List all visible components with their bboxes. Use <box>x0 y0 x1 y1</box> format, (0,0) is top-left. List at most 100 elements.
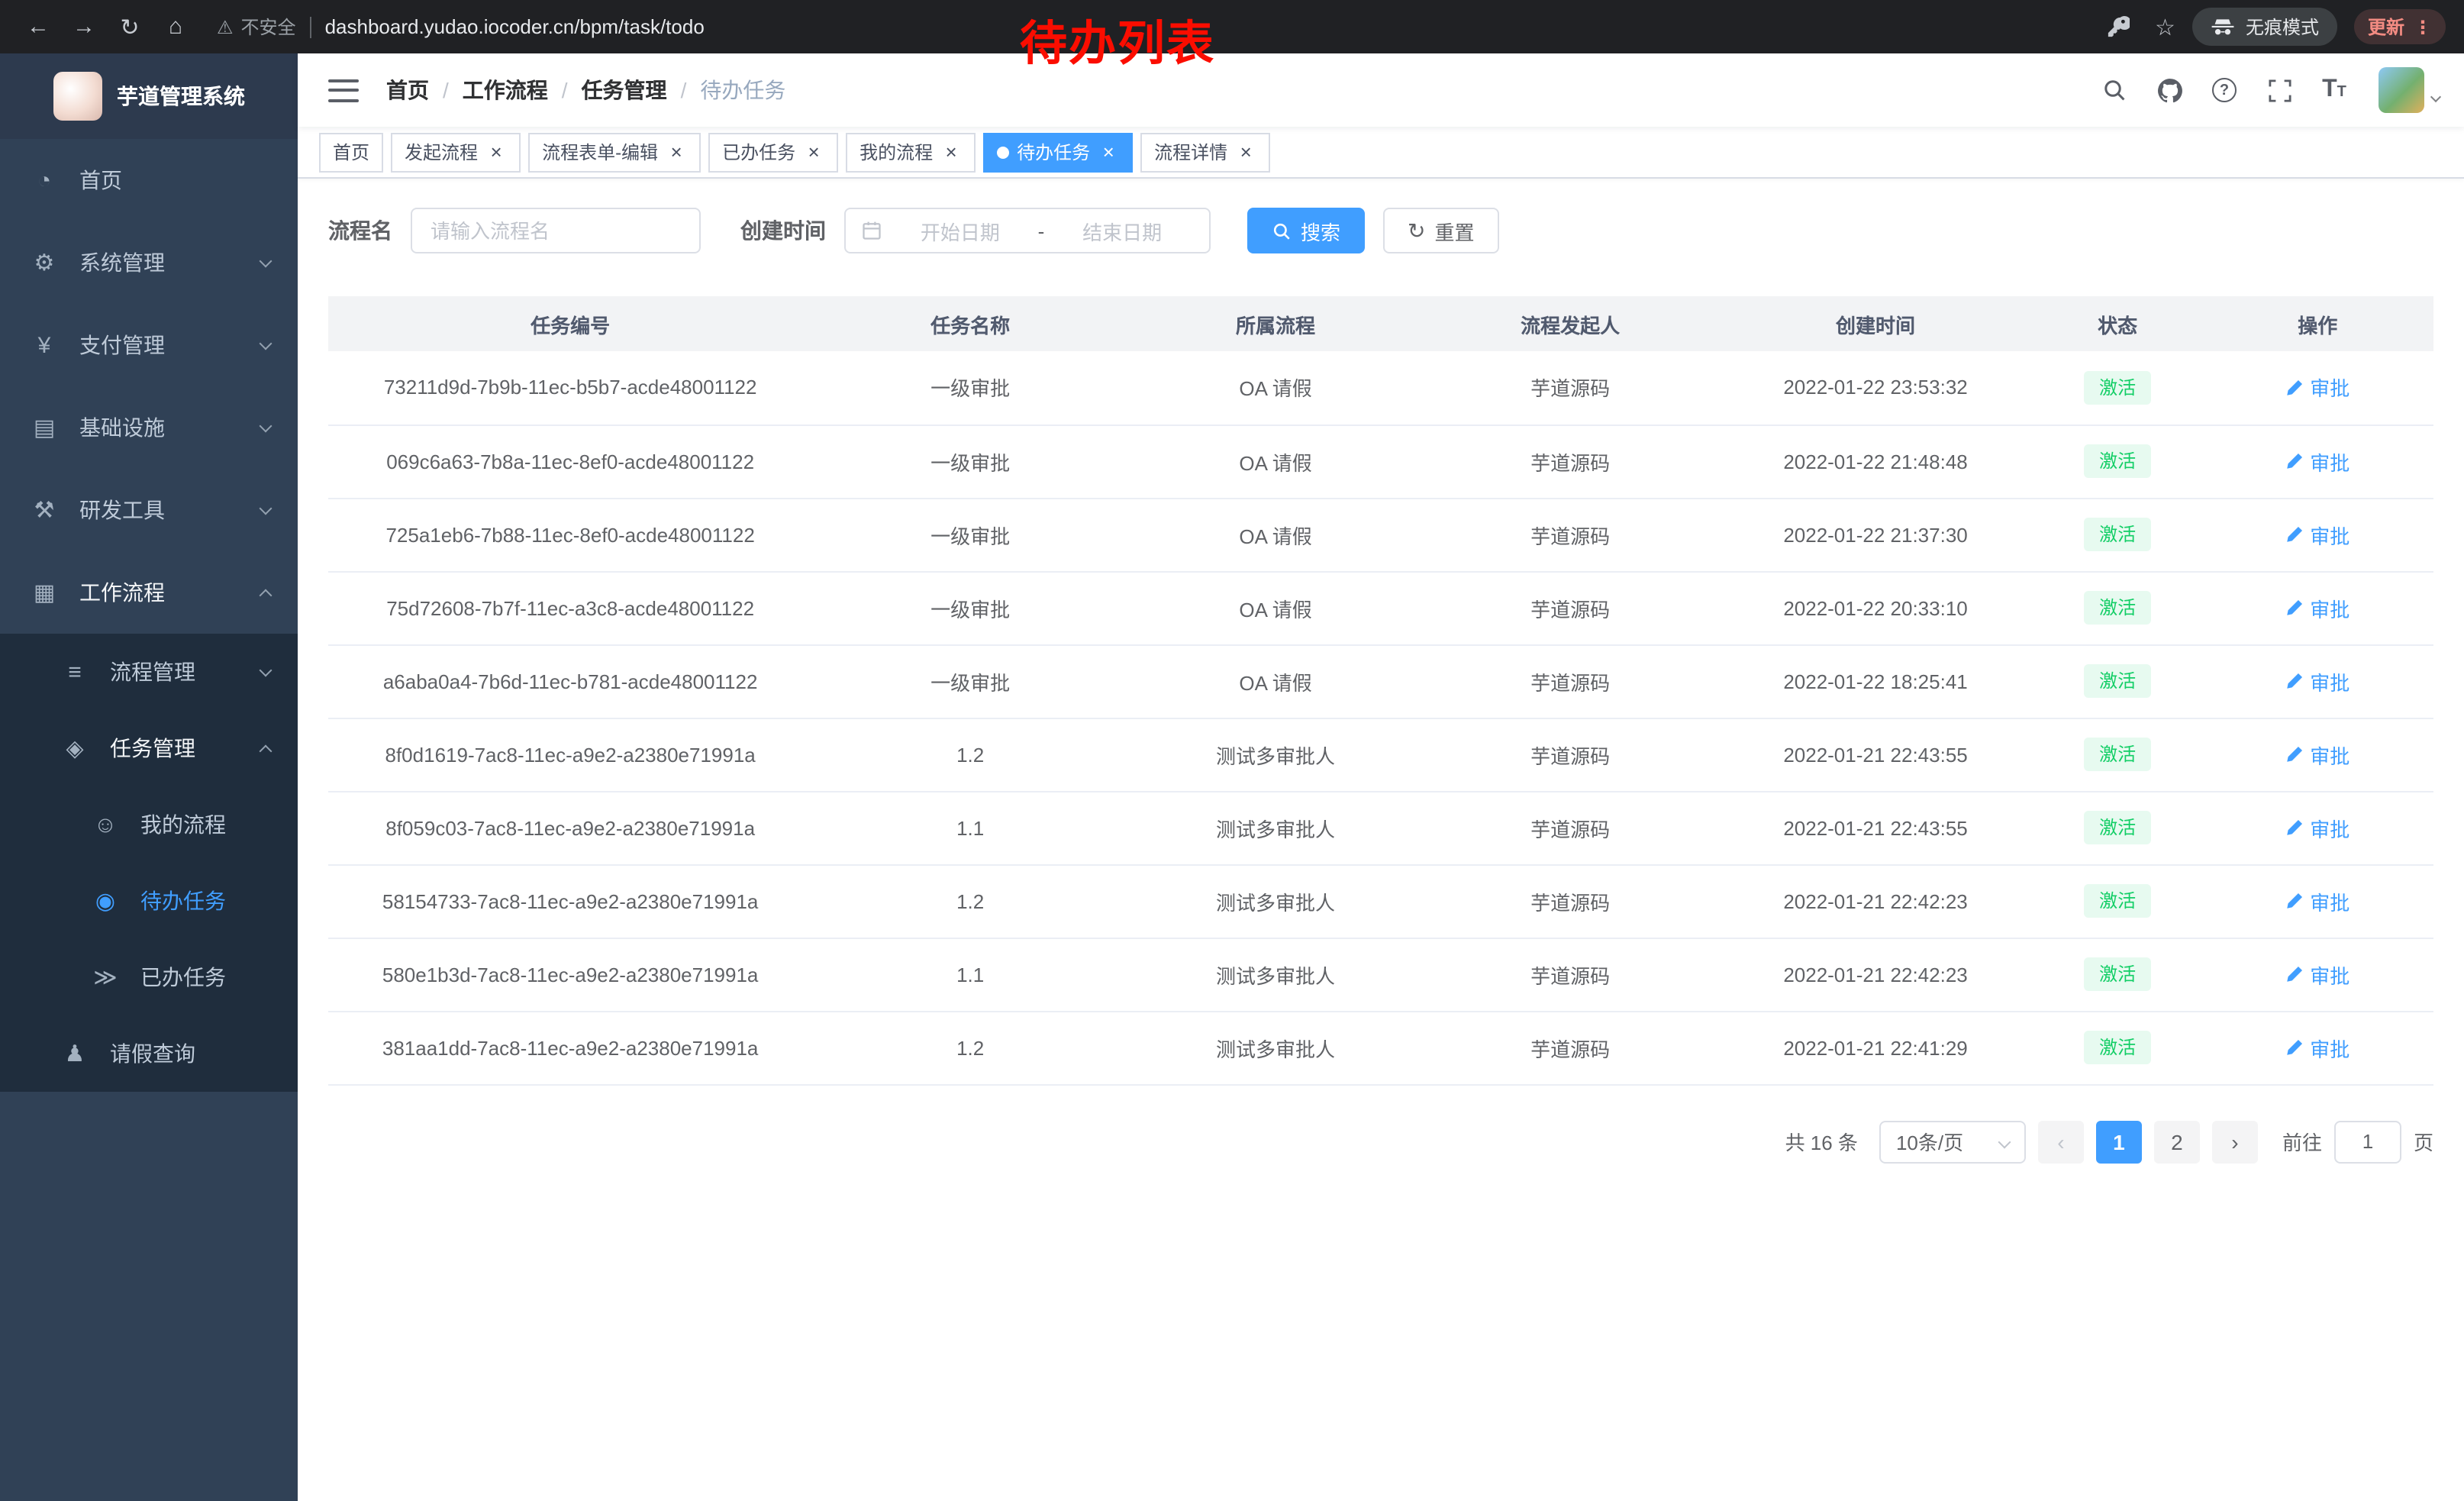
user-menu[interactable] <box>2379 67 2440 113</box>
close-icon[interactable]: × <box>666 141 687 163</box>
security-indicator[interactable]: ⚠ 不安全 <box>217 14 296 40</box>
date-range-picker[interactable]: 开始日期 - 结束日期 <box>844 208 1211 253</box>
sidebar-item-label: 我的流程 <box>140 809 226 840</box>
end-date-placeholder[interactable]: 结束日期 <box>1050 216 1194 245</box>
chevron-down-icon <box>260 255 273 268</box>
home-icon[interactable]: ⌂ <box>156 7 195 47</box>
close-icon[interactable]: × <box>1098 141 1119 163</box>
tab-label: 待办任务 <box>1017 139 1090 165</box>
table-row: 580e1b3d-7ac8-11ec-a9e2-a2380e71991a 1.1… <box>328 938 2433 1011</box>
browser-chrome: ← → ↻ ⌂ ⚠ 不安全 dashboard.yudao.iocoder.cn… <box>0 0 2464 53</box>
page-size-select[interactable]: 10条/页 <box>1879 1120 2026 1163</box>
table-row: 58154733-7ac8-11ec-a9e2-a2380e71991a 1.2… <box>328 864 2433 938</box>
avatar[interactable] <box>2379 67 2424 113</box>
tab-home[interactable]: 首页 <box>319 132 383 172</box>
cell-actions: 审批 <box>2202 718 2434 791</box>
tab-form-edit[interactable]: 流程表单-编辑 × <box>528 132 701 172</box>
tab-label: 我的流程 <box>859 139 933 165</box>
breadcrumb-current: 待办任务 <box>700 75 785 105</box>
pencil-icon <box>2285 599 2304 617</box>
back-icon[interactable]: ← <box>18 7 58 47</box>
approve-link[interactable]: 审批 <box>2285 813 2350 842</box>
tab-todo-tasks[interactable]: 待办任务 × <box>983 132 1133 172</box>
sidebar-toggle-icon[interactable] <box>328 79 359 102</box>
approve-link[interactable]: 审批 <box>2285 740 2350 769</box>
breadcrumb-workflow[interactable]: 工作流程 <box>463 75 548 105</box>
approve-link[interactable]: 审批 <box>2285 520 2350 549</box>
sidebar-item-home[interactable]: ◔ 首页 <box>0 139 298 221</box>
sidebar-item-dev-tools[interactable]: ⚒ 研发工具 <box>0 469 298 551</box>
key-icon[interactable] <box>2098 7 2138 47</box>
sidebar-item-label: 基础设施 <box>79 412 165 443</box>
cell-created: 2022-01-21 22:41:29 <box>1717 1011 2033 1084</box>
page-button-2[interactable]: 2 <box>2154 1120 2200 1163</box>
chevron-down-icon <box>260 502 273 515</box>
cell-task-name: 一级审批 <box>812 644 1128 718</box>
fullscreen-icon[interactable] <box>2256 67 2302 113</box>
breadcrumb-task-mgmt[interactable]: 任务管理 <box>582 75 667 105</box>
cell-status: 激活 <box>2033 498 2202 571</box>
cell-actions: 审批 <box>2202 938 2434 1011</box>
sidebar-item-infrastructure[interactable]: ▤ 基础设施 <box>0 386 298 469</box>
goto-page: 前往 页 <box>2282 1120 2433 1163</box>
prev-page-button[interactable]: ‹ <box>2038 1120 2084 1163</box>
tab-my-process[interactable]: 我的流程 × <box>846 132 976 172</box>
reset-button[interactable]: ↻ 重置 <box>1383 208 1499 253</box>
forward-icon[interactable]: → <box>64 7 104 47</box>
security-label: 不安全 <box>241 14 296 40</box>
sidebar-item-workflow[interactable]: ▦ 工作流程 <box>0 551 298 634</box>
chevron-down-icon <box>2430 92 2441 102</box>
logo[interactable]: 芋道管理系统 <box>0 53 298 139</box>
app-body: 芋道管理系统 ◔ 首页 ⚙ 系统管理 ¥ 支付管理 ▤ <box>0 53 2464 1501</box>
bookmark-star-icon[interactable]: ☆ <box>2155 13 2175 40</box>
todo-table-wrap: 任务编号 任务名称 所属流程 流程发起人 创建时间 状态 操作 73211d9d… <box>328 296 2433 1085</box>
approve-link[interactable]: 审批 <box>2285 447 2350 476</box>
cell-process: 测试多审批人 <box>1128 864 1423 938</box>
sidebar-item-system-mgmt[interactable]: ⚙ 系统管理 <box>0 221 298 304</box>
approve-link[interactable]: 审批 <box>2285 593 2350 622</box>
help-icon[interactable]: ? <box>2201 67 2247 113</box>
approve-link[interactable]: 审批 <box>2285 960 2350 989</box>
sidebar-item-task-mgmt[interactable]: ◈ 任务管理 <box>0 710 298 786</box>
refresh-icon[interactable]: ↻ <box>110 7 150 47</box>
tab-start-process[interactable]: 发起流程 × <box>391 132 521 172</box>
cell-task-name: 一级审批 <box>812 498 1128 571</box>
goto-page-input[interactable] <box>2334 1120 2401 1163</box>
cell-task-name: 1.1 <box>812 791 1128 864</box>
pencil-icon <box>2285 672 2304 690</box>
cell-task-id: 069c6a63-7b8a-11ec-8ef0-acde48001122 <box>328 424 812 498</box>
approve-link[interactable]: 审批 <box>2285 667 2350 696</box>
process-name-input[interactable] <box>411 208 701 253</box>
font-size-icon[interactable]: TT <box>2311 67 2357 113</box>
start-date-placeholder[interactable]: 开始日期 <box>889 216 1032 245</box>
sidebar-item-todo-tasks[interactable]: ◉ 待办任务 <box>0 863 298 939</box>
close-icon[interactable]: × <box>803 141 824 163</box>
approve-link[interactable]: 审批 <box>2285 886 2350 915</box>
approve-link[interactable]: 审批 <box>2285 1033 2350 1062</box>
table-row: 069c6a63-7b8a-11ec-8ef0-acde48001122 一级审… <box>328 424 2433 498</box>
main-area: 首页 / 工作流程 / 任务管理 / 待办任务 ? <box>298 53 2464 1501</box>
page-button-1[interactable]: 1 <box>2096 1120 2142 1163</box>
tab-done-tasks[interactable]: 已办任务 × <box>708 132 838 172</box>
github-icon[interactable] <box>2146 67 2192 113</box>
sidebar-item-leave-query[interactable]: ♟ 请假查询 <box>0 1015 298 1092</box>
close-icon[interactable]: × <box>1235 141 1256 163</box>
search-button[interactable]: 搜索 <box>1247 208 1365 253</box>
sidebar-item-process-mgmt[interactable]: ≡ 流程管理 <box>0 634 298 710</box>
tab-process-detail[interactable]: 流程详情 × <box>1140 132 1270 172</box>
approve-link[interactable]: 审批 <box>2285 373 2350 402</box>
close-icon[interactable]: × <box>485 141 507 163</box>
search-icon[interactable] <box>2091 67 2137 113</box>
header-initiator: 流程发起人 <box>1423 296 1717 351</box>
next-page-button[interactable]: › <box>2212 1120 2258 1163</box>
sidebar-item-done-tasks[interactable]: ≫ 已办任务 <box>0 939 298 1015</box>
update-button[interactable]: 更新 ⋮ <box>2354 9 2446 44</box>
cell-actions: 审批 <box>2202 498 2434 571</box>
cell-status: 激活 <box>2033 571 2202 644</box>
breadcrumb-home[interactable]: 首页 <box>386 75 429 105</box>
close-icon[interactable]: × <box>940 141 962 163</box>
menu-dots-icon[interactable]: ⋮ <box>2414 16 2432 37</box>
sidebar-item-payment-mgmt[interactable]: ¥ 支付管理 <box>0 304 298 386</box>
incognito-badge: 无痕模式 <box>2192 8 2337 46</box>
sidebar-item-my-process[interactable]: ☺ 我的流程 <box>0 786 298 863</box>
